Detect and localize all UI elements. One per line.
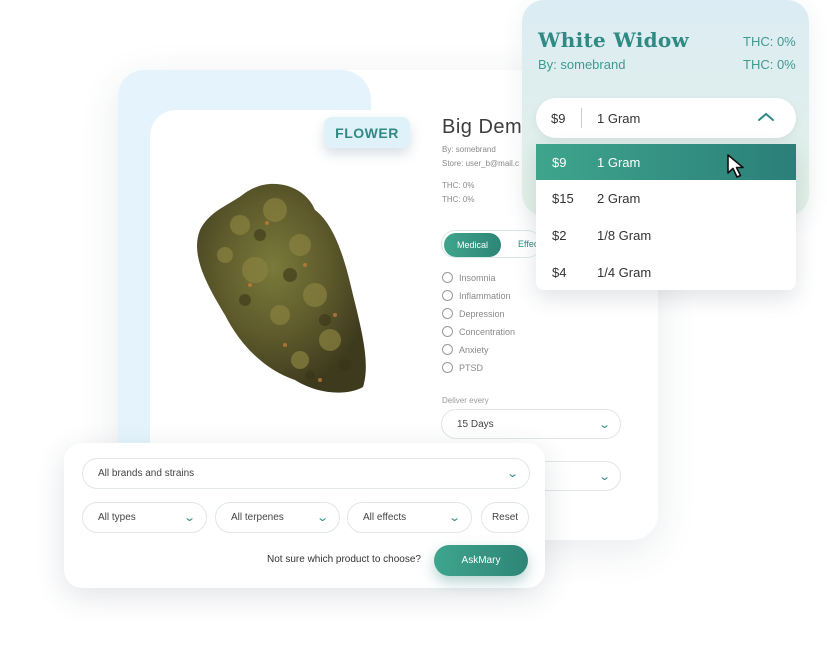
chevron-down-icon: ⌄ bbox=[505, 468, 519, 480]
product-store: Store: user_b@mail.c bbox=[442, 159, 520, 168]
strain-brand: By: somebrand bbox=[538, 57, 626, 72]
brands-select[interactable]: All brands and strains ⌄ bbox=[82, 458, 530, 489]
terpenes-select[interactable]: All terpenes ⌄ bbox=[215, 502, 340, 533]
segment-toggle: Medical Effects bbox=[441, 230, 541, 258]
delivery-select[interactable]: 15 Days ⌄ bbox=[441, 409, 621, 439]
product-thc-secondary: THC: 0% bbox=[442, 195, 475, 204]
chevron-down-icon: ⌄ bbox=[182, 512, 196, 524]
radio-icon bbox=[442, 290, 453, 301]
weight-option[interactable]: $4 1/4 Gram bbox=[536, 254, 796, 290]
radio-icon bbox=[442, 362, 453, 373]
weight-option[interactable]: $2 1/8 Gram bbox=[536, 217, 796, 253]
strain-name: White Widow bbox=[538, 28, 690, 52]
radio-icon bbox=[442, 272, 453, 283]
product-thc: THC: 0% bbox=[442, 181, 475, 190]
product-brand: By: somebrand bbox=[442, 145, 496, 154]
condition-checkbox[interactable]: Inflammation bbox=[442, 290, 511, 301]
selected-price: $9 bbox=[551, 111, 566, 126]
chevron-down-icon: ⌄ bbox=[447, 512, 461, 524]
chevron-down-icon: ⌄ bbox=[597, 418, 611, 431]
weight-option[interactable]: $15 2 Gram bbox=[536, 180, 796, 216]
chevron-down-icon: ⌄ bbox=[315, 512, 329, 524]
reset-button[interactable]: Reset bbox=[481, 502, 529, 533]
condition-checkbox[interactable]: Insomnia bbox=[442, 272, 496, 283]
condition-checkbox[interactable]: Concentration bbox=[442, 326, 515, 337]
condition-checkbox[interactable]: Depression bbox=[442, 308, 505, 319]
divider bbox=[581, 108, 582, 128]
delivery-value: 15 Days bbox=[457, 418, 494, 430]
weight-option[interactable]: $9 1 Gram bbox=[536, 144, 796, 180]
selected-weight: 1 Gram bbox=[597, 111, 641, 126]
mouse-cursor-icon bbox=[727, 154, 744, 178]
radio-icon bbox=[442, 344, 453, 355]
category-badge: FLOWER bbox=[324, 117, 410, 148]
chevron-down-icon: ⌄ bbox=[597, 470, 611, 483]
deliver-label: Deliver every bbox=[442, 396, 489, 405]
types-select[interactable]: All types ⌄ bbox=[82, 502, 207, 533]
cannabis-bud-image bbox=[197, 183, 366, 393]
radio-icon bbox=[442, 308, 453, 319]
condition-checkbox[interactable]: PTSD bbox=[442, 362, 483, 373]
chevron-up-icon[interactable] bbox=[757, 108, 775, 126]
weight-dropdown: $9 1 Gram $15 2 Gram $2 1/8 Gram $4 1/4 … bbox=[536, 144, 796, 290]
effects-select[interactable]: All effects ⌄ bbox=[347, 502, 472, 533]
ask-prompt: Not sure which product to choose? bbox=[267, 554, 421, 565]
askmary-button[interactable]: AskMary bbox=[434, 545, 528, 576]
strain-thc: THC: 0% bbox=[743, 34, 796, 49]
condition-checkbox[interactable]: Anxiety bbox=[442, 344, 489, 355]
strain-thc-secondary: THC: 0% bbox=[743, 57, 796, 72]
tab-medical[interactable]: Medical bbox=[444, 233, 501, 257]
radio-icon bbox=[442, 326, 453, 337]
